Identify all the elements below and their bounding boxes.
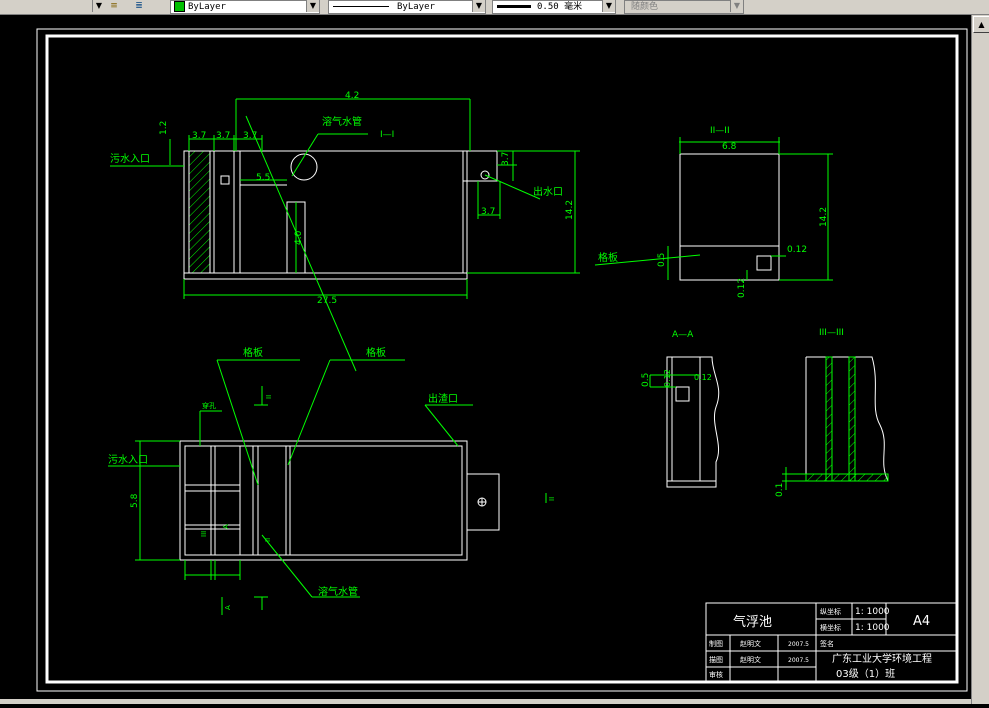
layer-dropdown-arrow[interactable]: ▼ [92,0,105,12]
scale-v-label: 横坐标 [820,623,841,632]
label-baffle-side: 格板 [598,251,618,264]
color-control[interactable]: ByLayer [170,0,320,14]
dim-seg1: 3.7 [192,131,206,141]
layer-stack-icon[interactable]: ≡ [107,0,121,12]
label-small-plan: 穿孔 [202,401,216,410]
title-block-text: 气浮池 纵坐标 1: 1000 横坐标 1: 1000 A4 制图 赵明文 20… [709,607,932,680]
outlet-box [462,150,498,182]
label-inlet-front: 污水入口 [110,153,150,165]
dim-aa-c: 0.12 [694,373,712,382]
linetype-control[interactable]: ByLayer [328,0,486,14]
row2-role: 描图 [709,655,723,664]
dim-outlet-height: 3.7 [501,152,511,166]
lineweight-control-value: 0.50 毫米 [537,2,583,12]
label-baffle-left: 格板 [243,346,263,359]
section-iii-text: III—III 0.1 [775,328,844,497]
section-mark-3: A [222,524,230,529]
dim-total-height: 14.2 [565,200,575,220]
linetype-sample-icon [333,6,389,7]
plotstyle-control: 随颜色 [624,0,744,14]
dim-seg2: 3.7 [216,131,230,141]
row1-extra: 签名 [820,639,834,648]
section-iii-title: III—III [819,328,844,338]
dim-plan-width: 5.8 [130,493,140,508]
label-baffle-right: 格板 [366,346,386,359]
lineweight-sample-icon [497,5,531,8]
section-iii [782,356,889,490]
label-air-pipe-front: 溶气水管 [322,115,362,128]
front-view [110,98,580,372]
dim-side-width: 6.8 [722,142,737,152]
sheet-border-inner [45,34,959,684]
plotstyle-control-value: 随颜色 [631,2,659,12]
cad-drawing-svg: 4.2 27.5 3.7 3.7 3.7 5.5 1.2 4.0 14.2 3.… [36,28,968,692]
properties-toolbar: ▼ ≡ ≣ ByLayer ▼ ByLayer ▼ 0.50 毫米 ▼ 随颜色 … [0,0,989,15]
section-mark-2: III [200,531,208,537]
scroll-up-button[interactable]: ▲ [973,16,989,33]
label-scum-outlet: 出渣口 [428,392,458,405]
label-inlet-plan: 污水入口 [108,454,148,466]
lineweight-dropdown-arrow[interactable]: ▼ [602,0,615,12]
section-mark-4: II [264,538,272,542]
label-air-pipe-plan: 溶气水管 [318,585,358,598]
side-section-label: II—II [710,126,730,136]
drawing-name: 气浮池 [733,614,772,630]
color-dropdown-arrow[interactable]: ▼ [306,0,319,12]
lineweight-control[interactable]: 0.50 毫米 [492,0,616,14]
dim-side-plate: 0.12 [787,245,807,255]
status-strip [0,699,971,704]
dim-seg3: 3.7 [243,131,257,141]
dim-aa-b: 0.12 [663,369,672,387]
dim-iii-base: 0.1 [775,483,785,497]
dim-side-gap: 0.5 [657,253,667,267]
layer-manager-icon[interactable]: ≣ [132,0,146,12]
dim-baffle-height: 4.0 [294,230,304,245]
dim-side-base: 0.12 [737,278,747,298]
label-outlet: 出水口 [533,185,563,198]
dim-side-height: 14.2 [819,207,829,227]
row3-role: 审核 [709,670,723,679]
vertical-scrollbar[interactable]: ▲ [971,15,989,704]
side-view-text: II—II 6.8 14.2 0.5 0.12 0.12 格板 [598,126,829,298]
dissolved-air-pipe-circle [290,153,318,181]
section-mark-6: II [548,497,556,501]
row2-name: 赵明文 [740,655,761,664]
section-aa-text: A—A 0.5 0.12 0.12 [641,330,712,387]
row1-name: 赵明文 [740,639,761,648]
plan-view [108,359,547,615]
dim-top-width: 4.2 [345,91,359,101]
front-view-text: 4.2 27.5 3.7 3.7 3.7 5.5 1.2 4.0 14.2 3.… [110,91,575,306]
scale-h-value: 1: 1000 [855,607,890,617]
color-swatch-icon [174,1,185,12]
row1-date: 2007.5 [788,641,809,648]
school-line1: 广东工业大学环境工程 [832,652,932,665]
inlet-hatch [188,150,211,274]
dim-aa-a: 0.5 [641,373,651,387]
school-line2: 03级（1）班 [836,668,895,680]
section-mark-1: II [265,395,273,399]
row2-date: 2007.5 [788,657,809,664]
plotstyle-dropdown-arrow: ▼ [730,0,743,12]
section-label-front: I—I [380,130,394,140]
section-mark-5: A [224,605,232,610]
plan-view-text: 污水入口 格板 格板 出渣口 溶气水管 穿孔 5.8 II III A II A… [108,346,556,610]
scale-v-value: 1: 1000 [855,623,890,633]
dim-total-length: 27.5 [317,296,337,306]
linetype-dropdown-arrow[interactable]: ▼ [472,0,485,12]
linetype-control-value: ByLayer [397,2,435,12]
scale-h-label: 纵坐标 [820,607,841,616]
sheet-size: A4 [913,614,930,629]
side-view [594,137,833,281]
drawing-canvas[interactable]: 4.2 27.5 3.7 3.7 3.7 5.5 1.2 4.0 14.2 3.… [0,15,971,704]
section-aa-title: A—A [672,330,694,340]
dim-outlet-width: 3.7 [481,207,495,217]
color-control-value: ByLayer [188,2,226,12]
dim-inlet-height: 1.2 [159,121,169,135]
row1-role: 制图 [709,639,723,648]
dim-inner-width: 5.5 [256,173,270,183]
